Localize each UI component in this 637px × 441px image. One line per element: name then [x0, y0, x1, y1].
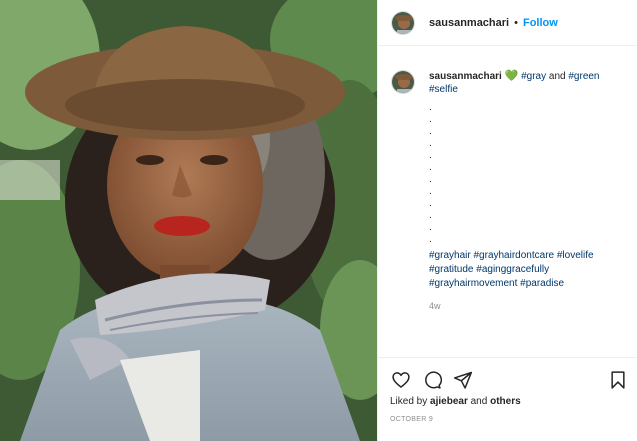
liked-by-user[interactable]: ajiebear [430, 396, 468, 407]
hashtag-paradise[interactable]: #paradise [520, 278, 564, 289]
hashtag-grayhair[interactable]: #grayhair [429, 250, 471, 261]
hashtag-green[interactable]: #green [568, 71, 599, 82]
caption-dot: . [429, 150, 432, 161]
likes-summary: Liked by ajiebear and others [378, 396, 637, 407]
post-username[interactable]: sausanmachari [429, 17, 509, 29]
post-side-panel: sausanmachari • Follow sausanmachari 💚 #… [377, 0, 637, 441]
caption-dot: . [429, 138, 432, 149]
caption: sausanmachari 💚 #gray and #green #selfie… [391, 70, 631, 313]
green-heart-emoji: 💚 [504, 70, 519, 82]
caption-body: sausanmachari 💚 #gray and #green #selfie… [429, 70, 629, 313]
liked-others[interactable]: others [490, 396, 521, 407]
caption-dot: . [429, 186, 432, 197]
share-icon[interactable] [452, 369, 474, 391]
caption-dot: . [429, 102, 432, 113]
hashtag-gray[interactable]: #gray [521, 71, 546, 82]
post-header: sausanmachari • Follow [378, 0, 637, 46]
caption-dots: . . . . . . . . . . . . [429, 102, 629, 246]
caption-avatar[interactable] [391, 70, 415, 94]
follow-button[interactable]: Follow [523, 17, 558, 29]
action-icons [378, 358, 637, 394]
liked-by-prefix: Liked by [390, 396, 428, 407]
separator-dot: • [514, 16, 518, 29]
caption-username[interactable]: sausanmachari [429, 71, 502, 82]
liked-and: and [470, 396, 488, 407]
caption-dot: . [429, 234, 432, 245]
caption-dot: . [429, 114, 432, 125]
bookmark-icon[interactable] [607, 369, 629, 391]
heart-icon[interactable] [390, 369, 412, 391]
post-actions: Liked by ajiebear and others OCTOBER 9 [378, 357, 637, 441]
caption-dot: . [429, 174, 432, 185]
hashtag-grayhairdontcare[interactable]: #grayhairdontcare [473, 250, 554, 261]
caption-dot: . [429, 162, 432, 173]
caption-dot: . [429, 126, 432, 137]
caption-and: and [548, 71, 566, 82]
post-photo[interactable] [0, 0, 377, 441]
hashtag-gratitude[interactable]: #gratitude [429, 264, 473, 275]
caption-dot: . [429, 222, 432, 233]
caption-dot: . [429, 210, 432, 221]
comment-icon[interactable] [421, 369, 443, 391]
avatar[interactable] [391, 10, 415, 35]
hashtag-selfie[interactable]: #selfie [429, 84, 458, 95]
hashtag-lovelife[interactable]: #lovelife [557, 250, 594, 261]
selfie-image [0, 0, 377, 441]
hashtag-grayhairmovement[interactable]: #grayhairmovement [429, 278, 517, 289]
caption-time[interactable]: 4w [429, 300, 629, 313]
hashtag-block: #grayhair #grayhairdontcare #lovelife #g… [429, 249, 629, 291]
post-date[interactable]: OCTOBER 9 [378, 416, 637, 423]
hashtag-aginggracefully[interactable]: #aginggracefully [476, 264, 549, 275]
caption-dot: . [429, 198, 432, 209]
